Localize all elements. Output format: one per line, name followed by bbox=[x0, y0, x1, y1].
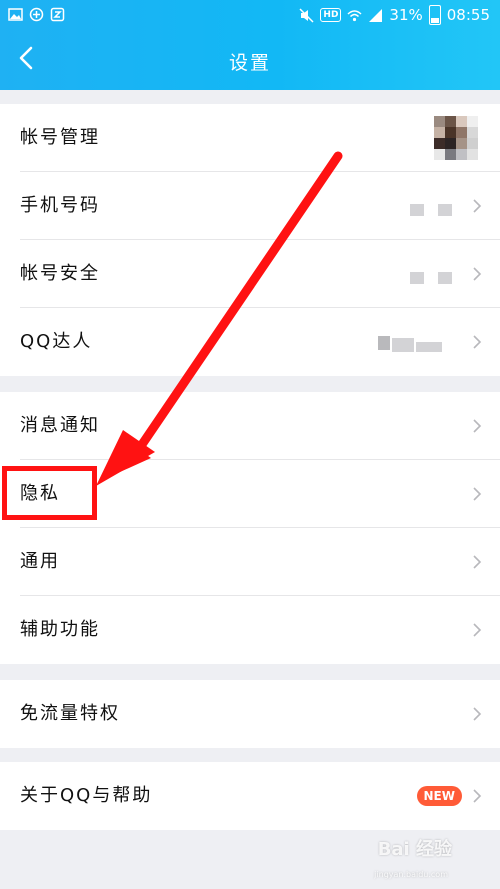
settings-row-label: 通用 bbox=[20, 551, 60, 572]
wifi-icon bbox=[347, 9, 362, 21]
watermark-logo: Bai 经验 bbox=[377, 839, 452, 860]
chevron-right-icon bbox=[473, 335, 482, 349]
chevron-right-icon bbox=[473, 419, 482, 433]
chevron-right-icon bbox=[473, 707, 482, 721]
settings-row-notifications[interactable]: 消息通知 bbox=[0, 392, 500, 460]
settings-row-label: 免流量特权 bbox=[20, 703, 120, 724]
settings-row-label: 帐号安全 bbox=[20, 263, 100, 284]
blurred-value bbox=[438, 204, 452, 216]
chevron-right-icon bbox=[473, 623, 482, 637]
clock: 08:55 bbox=[446, 6, 490, 24]
blurred-value bbox=[416, 342, 442, 352]
app-store-icon bbox=[50, 7, 65, 22]
settings-row-accessibility[interactable]: 辅助功能 bbox=[0, 596, 500, 664]
chevron-right-icon bbox=[473, 199, 482, 213]
hd-badge: HD bbox=[320, 8, 342, 22]
settings-row-label: 消息通知 bbox=[20, 415, 100, 436]
settings-row-free-data[interactable]: 免流量特权 bbox=[0, 680, 500, 748]
battery-percent: 31% bbox=[389, 6, 423, 24]
watermark-url: jingyan.baidu.com bbox=[374, 870, 448, 879]
chevron-right-icon bbox=[473, 555, 482, 569]
settings-row-label: 手机号码 bbox=[20, 195, 100, 216]
blurred-value bbox=[410, 272, 424, 284]
blurred-value bbox=[392, 338, 414, 352]
settings-row-label: 辅助功能 bbox=[20, 619, 100, 640]
blurred-value bbox=[410, 204, 424, 216]
status-bar: HD 31% 08:55 bbox=[0, 0, 500, 32]
settings-row-account-security[interactable]: 帐号安全 bbox=[0, 240, 500, 308]
signal-icon bbox=[369, 8, 383, 22]
settings-row-qq-expert[interactable]: QQ达人 bbox=[0, 308, 500, 376]
settings-group-account: 帐号管理 手机号码 帐号安全 QQ达人 bbox=[0, 104, 500, 376]
mute-icon bbox=[299, 7, 314, 23]
gallery-icon bbox=[8, 8, 23, 21]
blurred-value bbox=[378, 336, 390, 350]
battery-icon bbox=[428, 5, 441, 25]
settings-row-account-management[interactable]: 帐号管理 bbox=[0, 104, 500, 172]
header-bar: HD 31% 08:55 设置 bbox=[0, 0, 500, 90]
settings-row-label: 关于QQ与帮助 bbox=[20, 785, 153, 806]
settings-row-phone-number[interactable]: 手机号码 bbox=[0, 172, 500, 240]
settings-row-label: QQ达人 bbox=[20, 331, 93, 352]
blurred-value bbox=[438, 272, 452, 284]
settings-group-general: 消息通知 隐私 通用 辅助功能 bbox=[0, 392, 500, 664]
chevron-right-icon bbox=[473, 487, 482, 501]
settings-group-about: 关于QQ与帮助 NEW bbox=[0, 762, 500, 830]
settings-row-about-help[interactable]: 关于QQ与帮助 NEW bbox=[0, 762, 500, 830]
avatar[interactable] bbox=[434, 116, 478, 160]
chevron-right-icon bbox=[473, 789, 482, 803]
highlight-box bbox=[2, 466, 97, 520]
settings-group-data: 免流量特权 bbox=[0, 680, 500, 748]
chevron-right-icon bbox=[473, 267, 482, 281]
settings-row-label: 帐号管理 bbox=[20, 127, 100, 148]
app-notification-icon bbox=[29, 7, 44, 22]
new-badge: NEW bbox=[416, 786, 462, 806]
page-title: 设置 bbox=[228, 52, 271, 74]
settings-row-general[interactable]: 通用 bbox=[0, 528, 500, 596]
